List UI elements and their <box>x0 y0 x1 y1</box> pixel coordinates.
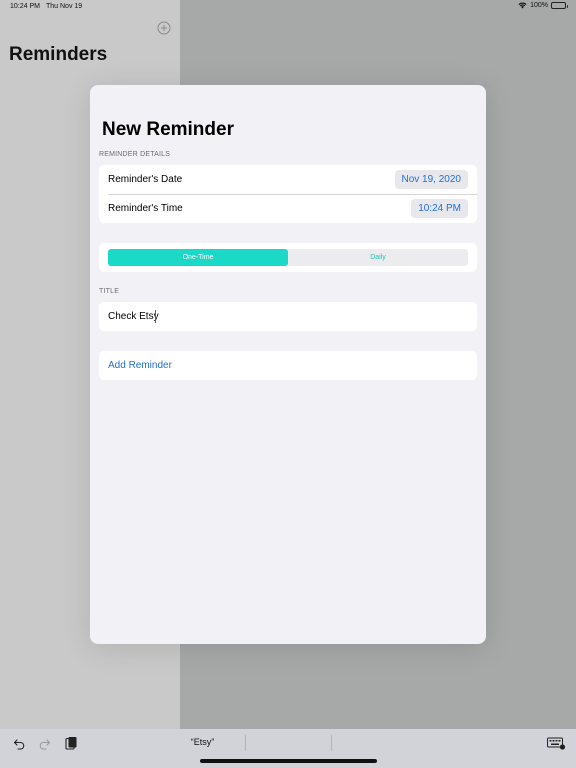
date-row: Reminder's Date Nov 19, 2020 <box>99 165 477 194</box>
undo-icon[interactable] <box>13 737 26 750</box>
frequency-group: One-Time Daily <box>99 243 477 272</box>
new-reminder-sheet: New Reminder REMINDER DETAILS Reminder's… <box>90 85 486 644</box>
details-group: Reminder's Date Nov 19, 2020 Reminder's … <box>99 165 477 223</box>
sheet-title: New Reminder <box>102 119 234 140</box>
battery-percent: 100% <box>530 2 548 9</box>
ipad-screen: 10:24 PM Thu Nov 19 100% Reminders New R… <box>0 0 576 768</box>
status-date: Thu Nov 19 <box>46 3 83 10</box>
details-section-header: REMINDER DETAILS <box>99 151 171 158</box>
frequency-segmented-control: One-Time Daily <box>108 249 468 266</box>
add-reminder-button[interactable]: Add Reminder <box>99 351 477 380</box>
wifi-icon <box>518 2 527 9</box>
predictive-suggestion[interactable]: “Etsy” <box>160 737 245 747</box>
paste-icon[interactable] <box>64 736 77 750</box>
date-label: Reminder's Date <box>108 174 183 185</box>
time-row: Reminder's Time 10:24 PM <box>99 194 477 223</box>
status-bar: 10:24 PM Thu Nov 19 100% <box>0 0 576 14</box>
redo-icon[interactable] <box>38 737 51 750</box>
keyboard-icon[interactable] <box>547 737 566 750</box>
text-caret <box>155 310 156 323</box>
add-circle-icon[interactable] <box>157 21 171 35</box>
status-right: 100% <box>518 2 568 9</box>
battery-icon <box>551 2 568 9</box>
date-picker-button[interactable]: Nov 19, 2020 <box>394 170 468 189</box>
segment-daily[interactable]: Daily <box>288 249 468 266</box>
segment-one-time[interactable]: One-Time <box>108 249 288 266</box>
time-label: Reminder's Time <box>108 203 183 214</box>
time-picker-button[interactable]: 10:24 PM <box>411 199 468 218</box>
add-group: Add Reminder <box>99 351 477 380</box>
sidebar-title: Reminders <box>9 44 108 65</box>
home-indicator[interactable] <box>200 759 377 763</box>
title-group <box>99 302 477 331</box>
title-section-header: TITLE <box>99 288 120 295</box>
status-time: 10:24 PM <box>10 3 40 10</box>
suggestion-separator <box>331 735 332 751</box>
suggestion-separator <box>245 735 246 751</box>
